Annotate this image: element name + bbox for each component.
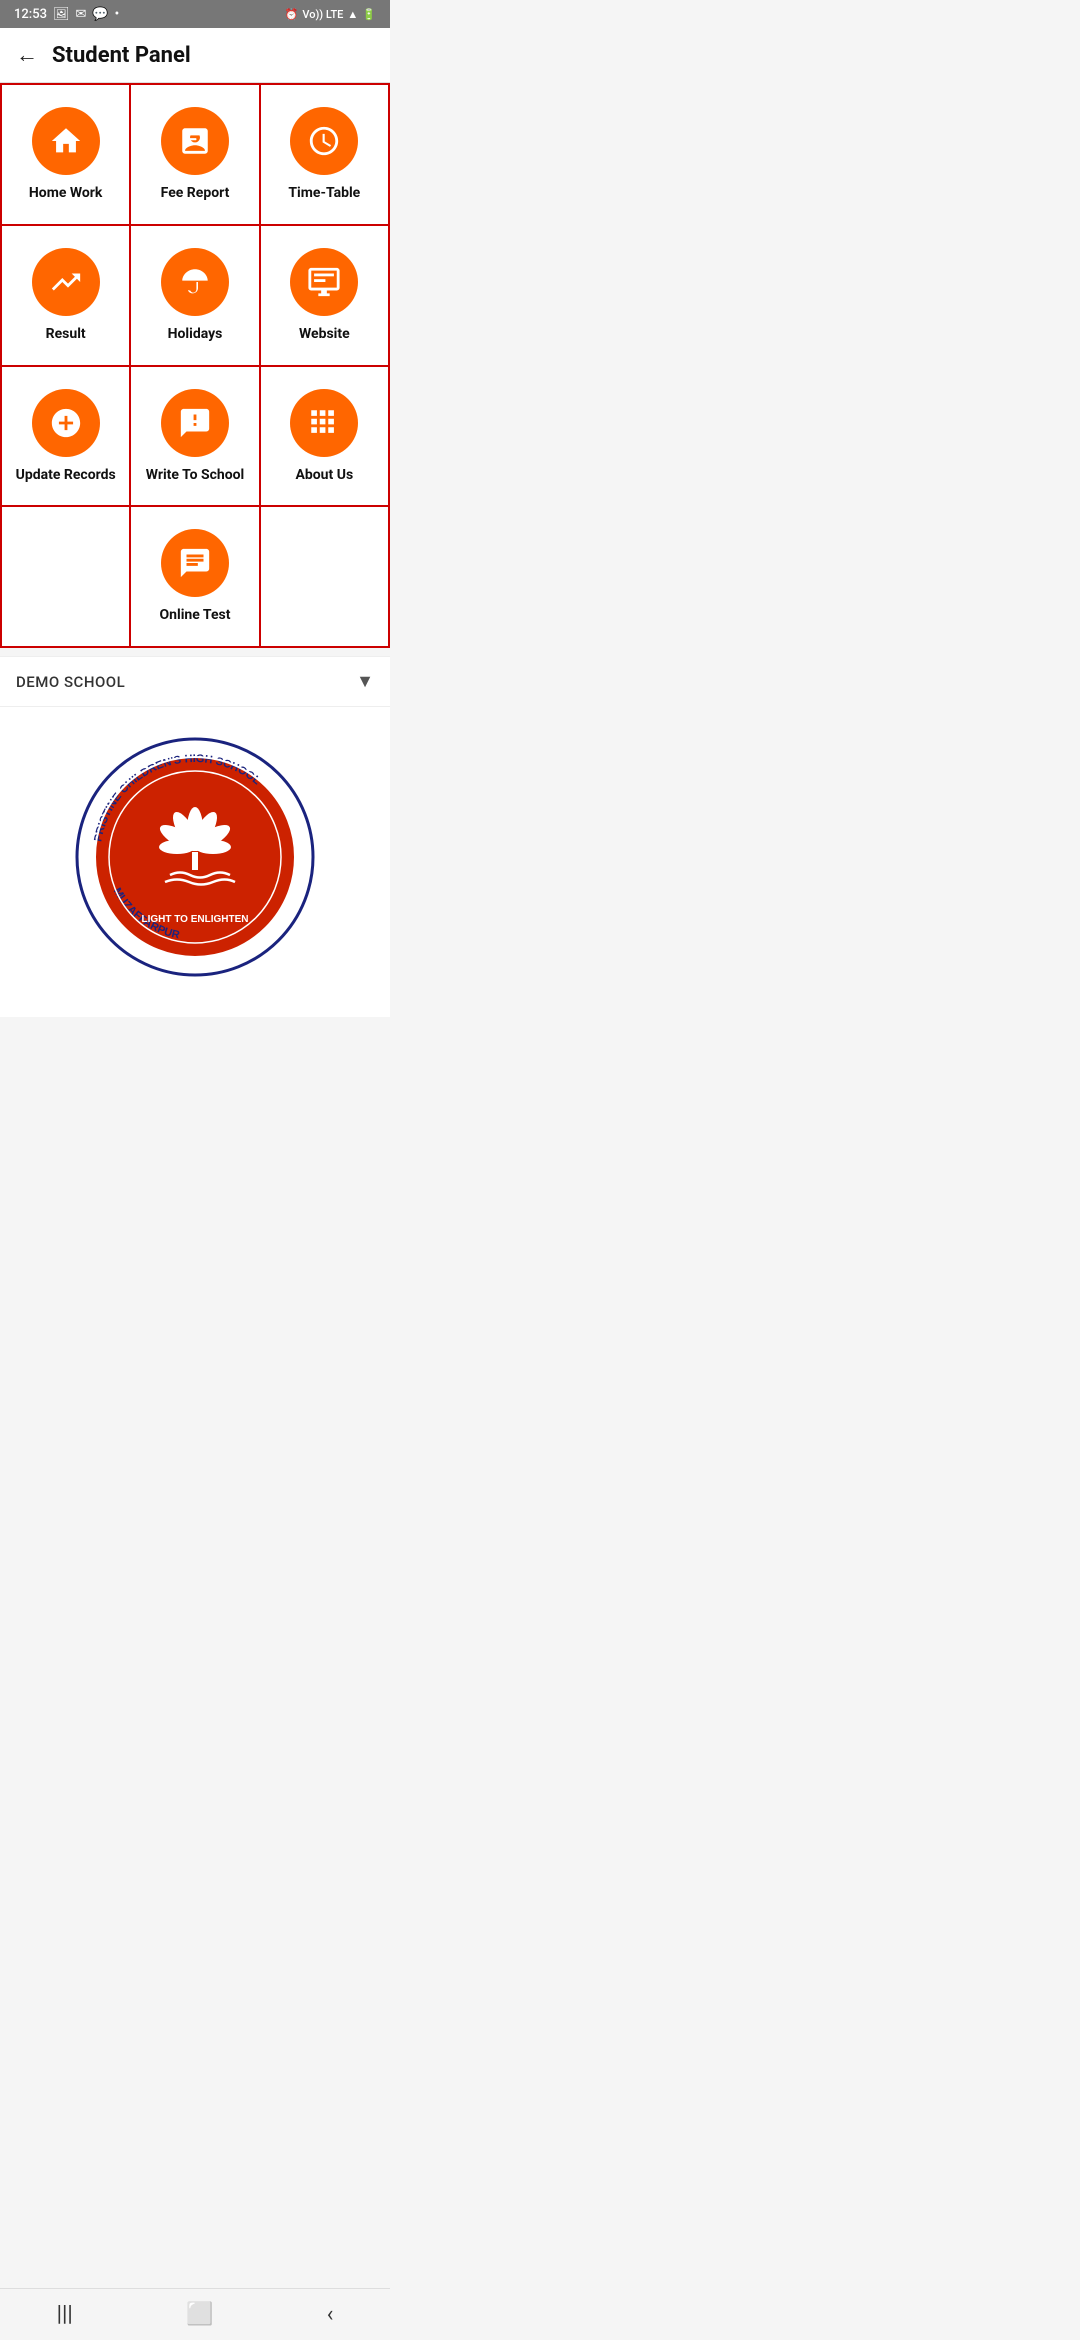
school-logo: PRISTINE CHILDREN'S HIGH SCHOOL MUZAFFAR… — [75, 737, 315, 977]
result-icon-circle — [32, 248, 100, 316]
page-title: Student Panel — [52, 43, 191, 68]
result-label: Result — [46, 326, 86, 343]
status-right: ⏰ Vo)) LTE ▲ 🔋 — [285, 8, 376, 21]
nav-back-icon[interactable]: ‹ — [327, 2302, 334, 2327]
grid-item-holidays[interactable]: Holidays — [131, 226, 260, 367]
time-table-icon-circle — [290, 107, 358, 175]
status-battery-icon: 🔋 — [362, 8, 376, 21]
status-dot: • — [115, 7, 120, 22]
menu-grid: Home Work Fee Report Time-Table — [0, 83, 390, 648]
dropdown-arrow-icon: ▼ — [356, 671, 374, 692]
nav-menu-icon[interactable]: ||| — [57, 2302, 73, 2327]
holidays-label: Holidays — [168, 326, 223, 343]
school-dropdown[interactable]: DEMO SCHOOL ▼ — [0, 656, 390, 707]
write-to-school-label: Write To School — [146, 467, 245, 484]
svg-text:LIGHT TO ENLIGHTEN: LIGHT TO ENLIGHTEN — [141, 914, 248, 925]
grid-item-update-records[interactable]: Update Records — [2, 367, 131, 508]
grid-item-about-us[interactable]: About Us — [261, 367, 390, 508]
grid-item-time-table[interactable]: Time-Table — [261, 85, 390, 226]
website-label: Website — [299, 326, 350, 343]
fee-report-label: Fee Report — [161, 185, 230, 202]
website-icon-circle — [290, 248, 358, 316]
about-us-label: About Us — [295, 467, 353, 484]
page-wrapper: 12:53 🖼 ✉ 💬 • ⏰ Vo)) LTE ▲ 🔋 ← Student P… — [0, 0, 390, 1069]
status-time: 12:53 — [14, 7, 47, 22]
back-button[interactable]: ← — [16, 42, 38, 68]
nav-home-icon[interactable]: ⬜ — [186, 2302, 213, 2327]
status-alarm-icon: ⏰ — [285, 8, 299, 21]
status-network: Vo)) LTE — [302, 8, 343, 21]
plus-circle-icon — [49, 406, 83, 440]
online-test-icon-circle — [161, 529, 229, 597]
clock-icon — [307, 124, 341, 158]
logo-section: PRISTINE CHILDREN'S HIGH SCHOOL MUZAFFAR… — [0, 707, 390, 1017]
online-test-label: Online Test — [160, 607, 231, 624]
holidays-icon-circle — [161, 248, 229, 316]
grid-item-home-work[interactable]: Home Work — [2, 85, 131, 226]
status-msg-icon: 💬 — [92, 7, 108, 22]
fee-report-icon-circle — [161, 107, 229, 175]
nav-bar: ||| ⬜ ‹ — [0, 2288, 390, 2340]
empty-cell-left — [2, 507, 131, 648]
time-table-label: Time-Table — [288, 185, 360, 202]
chat-icon — [178, 546, 212, 580]
chart-icon — [49, 265, 83, 299]
fee-icon — [178, 124, 212, 158]
empty-cell-right — [261, 507, 390, 648]
monitor-icon — [307, 265, 341, 299]
grid-item-fee-report[interactable]: Fee Report — [131, 85, 260, 226]
grid-item-website[interactable]: Website — [261, 226, 390, 367]
status-mail-icon: ✉ — [76, 7, 87, 22]
status-bar: 12:53 🖼 ✉ 💬 • ⏰ Vo)) LTE ▲ 🔋 — [0, 0, 390, 28]
grid-item-result[interactable]: Result — [2, 226, 131, 367]
write-to-school-icon-circle — [161, 389, 229, 457]
umbrella-icon — [178, 265, 212, 299]
message-alert-icon — [178, 406, 212, 440]
home-icon — [49, 124, 83, 158]
school-name: DEMO SCHOOL — [16, 673, 125, 691]
about-us-icon-circle — [290, 389, 358, 457]
update-records-label: Update Records — [16, 467, 116, 484]
status-signal-icon: ▲ — [347, 8, 358, 21]
status-left: 12:53 🖼 ✉ 💬 • — [14, 7, 119, 22]
update-records-icon-circle — [32, 389, 100, 457]
home-work-icon-circle — [32, 107, 100, 175]
status-photo-icon: 🖼 — [53, 7, 70, 22]
grid-icon — [307, 406, 341, 440]
header: ← Student Panel — [0, 28, 390, 83]
home-work-label: Home Work — [29, 185, 103, 202]
grid-item-write-to-school[interactable]: Write To School — [131, 367, 260, 508]
grid-item-online-test[interactable]: Online Test — [131, 507, 260, 648]
